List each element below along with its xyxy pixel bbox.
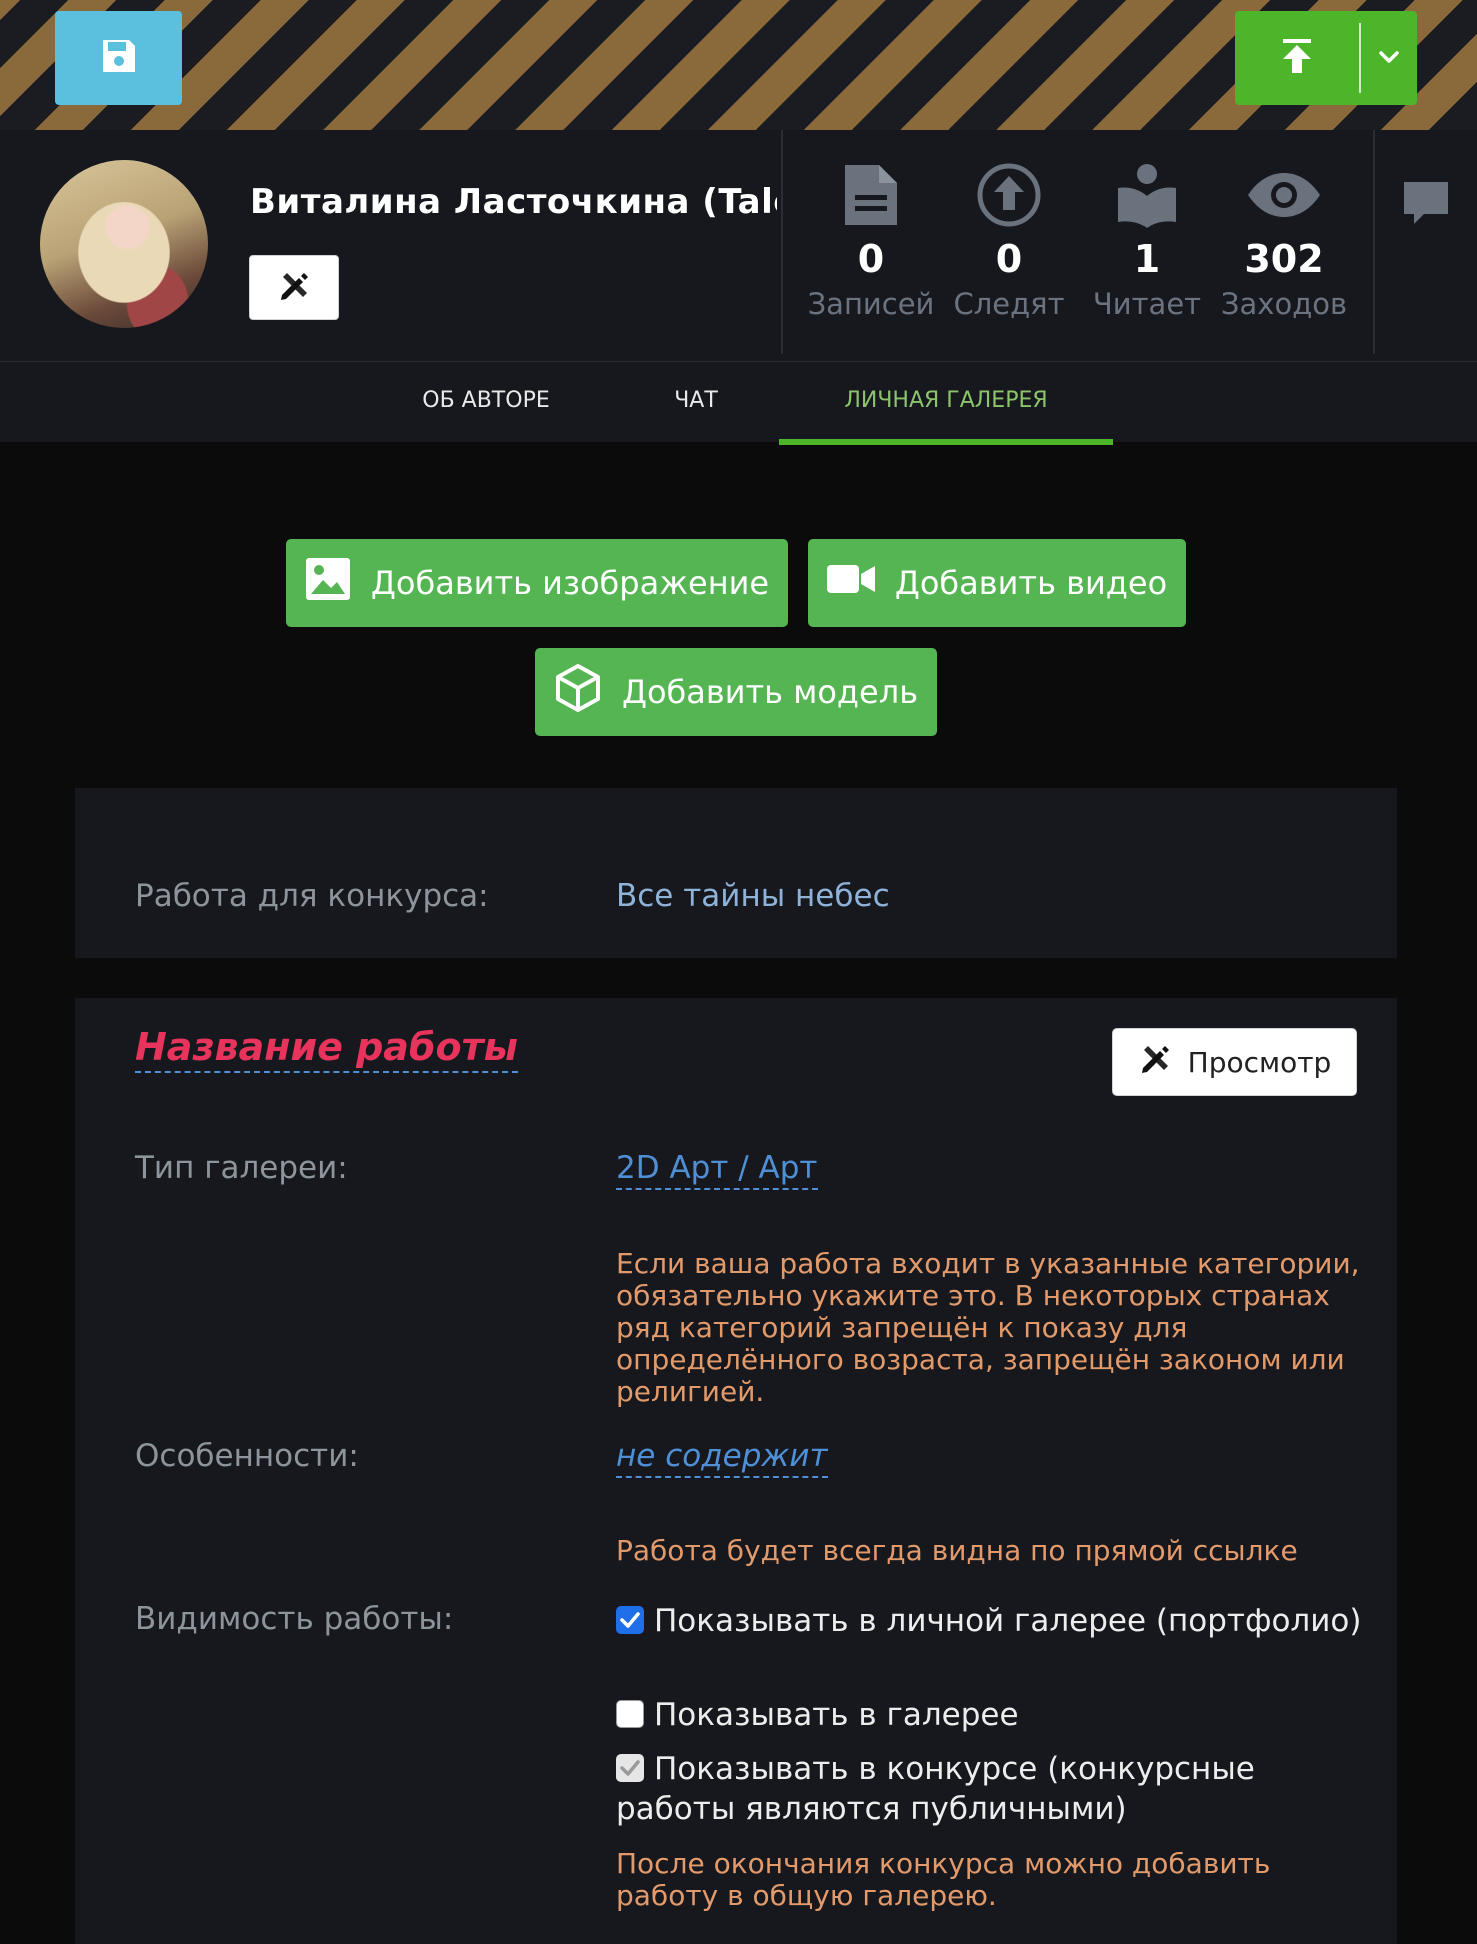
add-model-label: Добавить модель xyxy=(621,673,919,711)
gallery-option-label: Показывать в галерее xyxy=(654,1697,1019,1733)
stats-divider-left xyxy=(781,130,783,354)
document-icon xyxy=(801,160,941,230)
add-image-button[interactable]: Добавить изображение xyxy=(286,539,788,627)
stat-posts[interactable]: 0 Записей xyxy=(801,160,941,322)
cube-icon xyxy=(554,663,602,721)
visibility-note: Работа будет всегда видна по прямой ссыл… xyxy=(616,1534,1298,1567)
avatar[interactable] xyxy=(40,160,208,328)
contest-label: Работа для конкурса: xyxy=(135,878,489,914)
contest-note: После окончания конкурса можно добавить … xyxy=(616,1847,1271,1912)
image-icon xyxy=(305,557,351,609)
edit-profile-button[interactable] xyxy=(249,255,339,320)
tab-personal-gallery[interactable]: ЛИЧНАЯ ГАЛЕРЕЯ xyxy=(779,362,1113,442)
publish-menu-toggle[interactable] xyxy=(1361,11,1417,105)
pencil-ruler-icon xyxy=(1138,1042,1172,1083)
stat-followers-value: 0 xyxy=(995,237,1023,281)
tab-chat[interactable]: ЧАТ xyxy=(640,362,752,442)
visibility-option-contest: Показывать в конкурсе (конкурсные работы… xyxy=(616,1749,1376,1829)
portfolio-checkbox[interactable] xyxy=(616,1606,644,1634)
gallery-type-label: Тип галереи: xyxy=(135,1150,348,1186)
work-title-field[interactable]: Название работы xyxy=(135,1025,518,1073)
save-button[interactable] xyxy=(55,11,182,105)
top-toolbar xyxy=(0,0,1477,130)
upload-circle-icon xyxy=(939,160,1079,230)
contest-panel xyxy=(75,788,1397,958)
tab-about-author[interactable]: ОБ АВТОРЕ xyxy=(400,362,572,442)
stat-visits-value: 302 xyxy=(1244,237,1324,281)
stat-reading[interactable]: 1 Читает xyxy=(1077,160,1217,322)
stat-followers[interactable]: 0 Следят xyxy=(939,160,1079,322)
add-image-label: Добавить изображение xyxy=(370,564,770,602)
add-model-button[interactable]: Добавить модель xyxy=(535,648,937,736)
reader-icon xyxy=(1077,160,1217,230)
stat-visits[interactable]: 302 Заходов xyxy=(1214,160,1354,322)
video-camera-icon xyxy=(826,563,875,603)
visibility-option-gallery[interactable]: Показывать в галерее xyxy=(616,1695,1376,1735)
eye-icon xyxy=(1214,160,1354,230)
stats-divider-right xyxy=(1373,130,1375,354)
contest-option-label: Показывать в конкурсе (конкурсные работы… xyxy=(616,1751,1255,1827)
stat-posts-label: Записей xyxy=(807,287,935,321)
features-selector[interactable]: не содержит xyxy=(616,1438,828,1478)
portfolio-option-label: Показывать в личной галерее (портфолио) xyxy=(654,1603,1362,1639)
author-name[interactable]: Виталина Ласточкина (Talec xyxy=(250,182,777,222)
visibility-option-portfolio[interactable]: Показывать в личной галерее (портфолио) xyxy=(616,1601,1376,1641)
active-tab-indicator xyxy=(779,439,1113,445)
floppy-disk-icon xyxy=(99,36,139,80)
preview-label: Просмотр xyxy=(1187,1045,1332,1079)
stat-reading-value: 1 xyxy=(1133,237,1161,281)
upload-icon xyxy=(1279,37,1315,79)
stat-followers-label: Следят xyxy=(953,287,1065,321)
contest-checkbox xyxy=(616,1754,644,1782)
contest-name-link[interactable]: Все тайны небес xyxy=(616,878,890,914)
gallery-type-selector[interactable]: 2D Арт / Арт xyxy=(616,1150,818,1190)
features-label: Особенности: xyxy=(135,1438,359,1474)
pencil-ruler-icon xyxy=(277,269,311,307)
chevron-down-icon xyxy=(1378,49,1400,68)
add-video-label: Добавить видео xyxy=(894,564,1168,602)
message-icon[interactable] xyxy=(1402,180,1450,232)
profile-header: Виталина Ласточкина (Talec 0 Записей 0 С… xyxy=(0,130,1477,362)
publish-button-group xyxy=(1235,11,1417,105)
gallery-checkbox[interactable] xyxy=(616,1700,644,1728)
visibility-label: Видимость работы: xyxy=(135,1601,454,1637)
stat-posts-value: 0 xyxy=(857,237,885,281)
publish-button[interactable] xyxy=(1235,11,1359,105)
profile-tabs: ОБ АВТОРЕ ЧАТ ЛИЧНАЯ ГАЛЕРЕЯ xyxy=(0,362,1477,445)
stat-reading-label: Читает xyxy=(1092,287,1202,321)
preview-button[interactable]: Просмотр xyxy=(1112,1028,1357,1096)
features-warning: Если ваша работа входит в указанные кате… xyxy=(616,1247,1360,1408)
stat-visits-label: Заходов xyxy=(1220,287,1348,321)
add-video-button[interactable]: Добавить видео xyxy=(808,539,1186,627)
